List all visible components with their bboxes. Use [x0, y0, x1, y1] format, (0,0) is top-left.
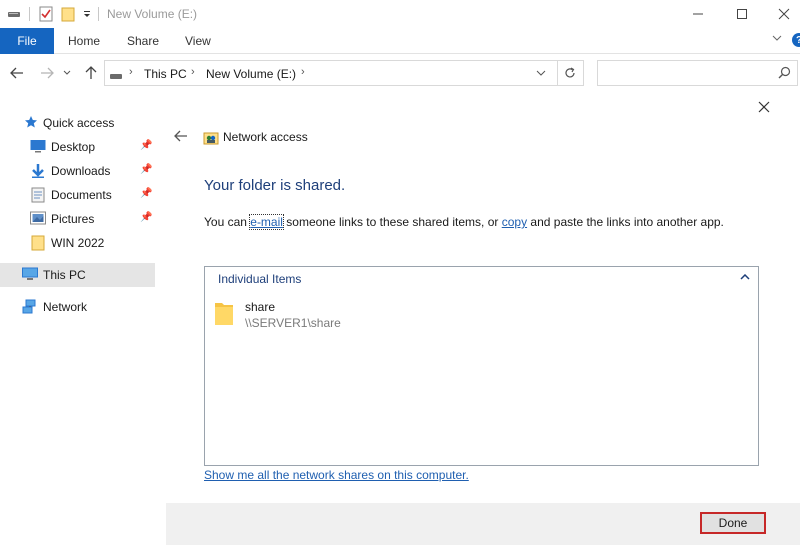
- breadcrumb-new-volume[interactable]: New Volume (E:): [206, 67, 296, 81]
- share-message: You can e-mail someone links to these sh…: [204, 214, 724, 230]
- dialog-footer: Done: [166, 503, 800, 545]
- pin-icon[interactable]: 📌: [140, 164, 152, 175]
- this-pc-icon: [22, 267, 38, 283]
- message-text: someone links to these shared items, or: [282, 215, 502, 229]
- sidebar-item-label: Documents: [51, 188, 112, 202]
- breadcrumb-separator-icon[interactable]: ›: [301, 66, 305, 78]
- customize-dropdown-icon[interactable]: [81, 6, 93, 22]
- breadcrumb-separator-icon[interactable]: ›: [191, 66, 195, 78]
- share-path: \\SERVER1\share: [245, 316, 341, 330]
- group-header: Individual Items: [218, 272, 302, 286]
- drive-icon[interactable]: [6, 6, 22, 22]
- breadcrumb-separator-icon[interactable]: ›: [129, 66, 133, 78]
- back-icon[interactable]: [8, 64, 26, 82]
- sidebar-item-label: Quick access: [43, 116, 115, 130]
- sidebar-item-downloads[interactable]: Downloads 📌: [0, 160, 155, 182]
- refresh-icon[interactable]: [561, 64, 579, 82]
- sidebar-item-network[interactable]: Network: [0, 296, 155, 318]
- page-title: Your folder is shared.: [204, 177, 346, 194]
- window-title: New Volume (E:): [107, 7, 198, 21]
- collapse-group-icon[interactable]: [739, 271, 751, 283]
- sidebar-item-label: Pictures: [51, 212, 95, 226]
- email-link[interactable]: e-mail: [249, 214, 284, 230]
- done-button[interactable]: Done: [700, 512, 766, 534]
- pin-icon[interactable]: 📌: [140, 140, 152, 151]
- shared-items-list: Individual Items share \\SERVER1\share: [204, 266, 759, 466]
- navigation-bar: › This PC › New Volume (E:) ›: [0, 55, 800, 91]
- address-bar[interactable]: › This PC › New Volume (E:) ›: [104, 60, 584, 86]
- desktop-icon: [30, 139, 46, 155]
- folder-icon: [31, 235, 47, 251]
- ribbon: File Home Share View ?: [0, 28, 800, 54]
- folder-icon: [214, 300, 234, 326]
- sidebar-item-this-pc[interactable]: This PC: [0, 263, 155, 287]
- sidebar-item-desktop[interactable]: Desktop 📌: [0, 136, 155, 158]
- wizard-title: Network access: [223, 130, 308, 144]
- sidebar-item-label: Desktop: [51, 140, 96, 154]
- expand-ribbon-icon[interactable]: [772, 34, 782, 45]
- network-icon: [22, 299, 38, 315]
- sidebar-item-pictures[interactable]: Pictures 📌: [0, 208, 155, 230]
- share-name: share: [245, 300, 276, 314]
- up-icon[interactable]: [82, 64, 100, 82]
- maximize-icon[interactable]: [732, 4, 752, 24]
- tab-home[interactable]: Home: [68, 34, 100, 48]
- dialog-close-icon[interactable]: [754, 97, 774, 117]
- address-dropdown-icon[interactable]: [533, 65, 549, 81]
- tab-view[interactable]: View: [185, 34, 211, 48]
- tab-file[interactable]: File: [0, 28, 54, 54]
- network-access-dialog: Network access Your folder is shared. Yo…: [166, 91, 800, 545]
- message-text: You can: [204, 215, 251, 229]
- help-icon[interactable]: ?: [792, 33, 800, 47]
- wizard-back-icon[interactable]: [172, 127, 190, 145]
- documents-icon: [31, 187, 47, 203]
- pin-icon[interactable]: 📌: [140, 212, 152, 223]
- forward-icon[interactable]: [38, 64, 56, 82]
- navigation-pane: Quick access Desktop 📌 Downloads 📌 Docum…: [0, 100, 155, 545]
- message-text: and paste the links into another app.: [527, 215, 724, 229]
- pin-icon[interactable]: 📌: [140, 188, 152, 199]
- pictures-icon: [30, 211, 46, 227]
- network-access-icon: [203, 129, 219, 145]
- search-icon: [778, 66, 791, 82]
- search-input[interactable]: [597, 60, 798, 86]
- close-icon[interactable]: [774, 4, 794, 24]
- breadcrumb-this-pc[interactable]: This PC: [144, 67, 187, 81]
- new-folder-icon[interactable]: [60, 6, 76, 22]
- recent-locations-icon[interactable]: [61, 64, 73, 82]
- sidebar-item-label: Downloads: [51, 164, 111, 178]
- star-icon: [24, 115, 40, 131]
- drive-icon: [109, 69, 123, 83]
- sidebar-item-win-2022[interactable]: WIN 2022: [0, 232, 155, 254]
- sidebar-item-label: WIN 2022: [51, 236, 105, 250]
- sidebar-item-label: Network: [43, 300, 88, 314]
- title-bar: New Volume (E:): [0, 0, 800, 28]
- minimize-icon[interactable]: [688, 4, 708, 24]
- sidebar-item-label: This PC: [43, 268, 86, 282]
- tab-share[interactable]: Share: [127, 34, 159, 48]
- properties-checklist-icon[interactable]: [38, 6, 54, 22]
- downloads-icon: [30, 163, 46, 179]
- sidebar-item-documents[interactable]: Documents 📌: [0, 184, 155, 206]
- show-all-shares-link[interactable]: Show me all the network shares on this c…: [204, 468, 469, 482]
- sidebar-item-quick-access[interactable]: Quick access: [0, 112, 155, 134]
- copy-link[interactable]: copy: [502, 215, 527, 229]
